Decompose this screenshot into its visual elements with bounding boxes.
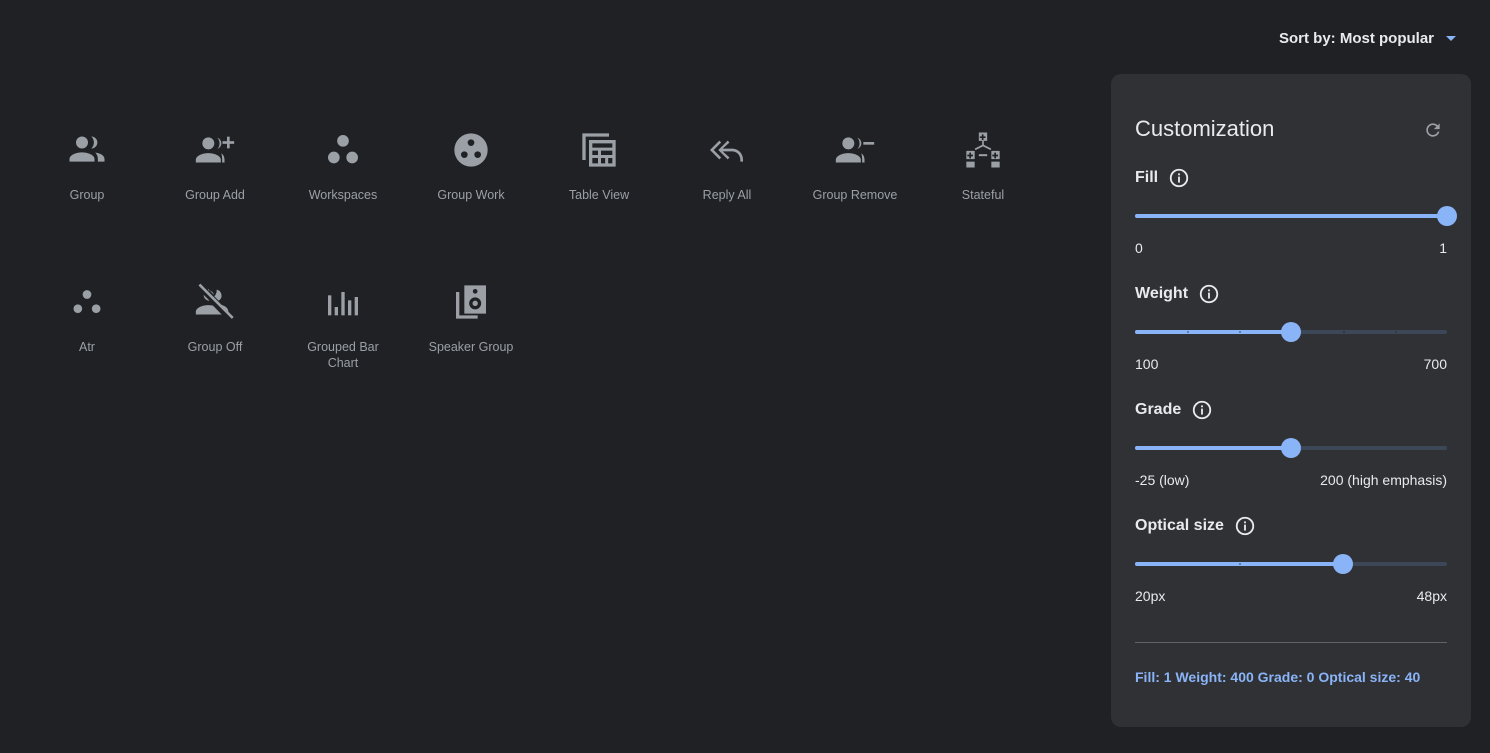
reply-all-icon — [710, 140, 743, 162]
icon-grid: Group Group Add Workspaces Group Work Ta… — [23, 112, 1047, 390]
info-icon[interactable] — [1198, 283, 1220, 305]
stateful-icon — [966, 132, 1000, 168]
caret-down-icon — [1446, 36, 1456, 41]
icon-tile-workspaces[interactable]: Workspaces — [279, 112, 407, 238]
slider-max-label: 700 — [1423, 356, 1447, 372]
icon-tile-stateful[interactable]: Stateful — [919, 112, 1047, 238]
icon-tile-table-view[interactable]: Table View — [535, 112, 663, 238]
atr-icon — [73, 290, 101, 313]
slider-weight: Weight 100 700 — [1135, 282, 1447, 372]
group-remove-icon — [835, 137, 875, 163]
icon-label: Group Remove — [812, 188, 898, 202]
slider-label: Weight — [1135, 285, 1189, 302]
slider-max-label: 48px — [1416, 588, 1447, 604]
group-off-icon — [195, 283, 234, 319]
info-icon[interactable] — [1191, 399, 1213, 421]
sort-label: Sort by: Most popular — [1279, 30, 1434, 47]
slider-fill: Fill 0 1 — [1135, 166, 1457, 256]
slider-min-label: -25 (low) — [1135, 472, 1190, 488]
icon-tile-group-work[interactable]: Group Work — [407, 112, 535, 238]
table-view-icon — [582, 133, 616, 167]
icon-label: Group Add — [185, 188, 245, 202]
customization-panel: Customization Fill 0 1 Weight 100 700 Gr… — [1111, 74, 1471, 727]
slider-tick — [1395, 331, 1397, 333]
slider-grade: Grade -25 (low) 200 (high emphasis) — [1135, 398, 1447, 488]
sort-dropdown[interactable]: Sort by: Most popular — [1279, 30, 1456, 47]
weight-slider[interactable] — [1135, 322, 1447, 342]
slider-thumb[interactable] — [1333, 554, 1354, 574]
group-add-icon — [195, 136, 235, 163]
icon-label: Workspaces — [308, 188, 378, 202]
icon-label: Reply All — [702, 188, 752, 202]
icon-label: Atr — [79, 340, 95, 354]
panel-title: Customization — [1135, 116, 1275, 141]
speaker-group-icon — [456, 285, 486, 319]
icon-tile-atr[interactable]: Atr — [23, 264, 151, 390]
refresh-icon[interactable] — [1423, 120, 1443, 140]
icon-tile-grouped-bar-chart[interactable]: Grouped Bar Chart — [279, 264, 407, 390]
icon-label: Group Work — [437, 188, 505, 202]
slider-tick — [1343, 331, 1345, 333]
slider-label: Fill — [1135, 169, 1159, 186]
slider-max-label: 1 — [1439, 240, 1447, 256]
slider-fill-bar — [1135, 214, 1447, 218]
group-icon — [69, 136, 105, 162]
fill-slider[interactable] — [1135, 206, 1457, 226]
icon-label: Table View — [568, 188, 630, 202]
icon-tile-group[interactable]: Group — [23, 112, 151, 238]
divider — [1135, 642, 1447, 643]
icon-tile-group-off[interactable]: Group Off — [151, 264, 279, 390]
icon-label: Grouped Bar Chart — [307, 340, 379, 370]
slider-optical-size: Optical size 20px 48px — [1135, 514, 1447, 604]
slider-min-label: 20px — [1135, 588, 1166, 604]
slider-min-label: 100 — [1135, 356, 1159, 372]
slider-tick — [1239, 563, 1241, 565]
icon-tile-reply-all[interactable]: Reply All — [663, 112, 791, 238]
slider-max-label: 200 (high emphasis) — [1320, 472, 1447, 488]
grade-slider[interactable] — [1135, 438, 1447, 458]
slider-tick — [1187, 331, 1189, 333]
icon-label: Group Off — [187, 340, 243, 354]
slider-thumb[interactable] — [1281, 438, 1301, 458]
optical-size-slider[interactable] — [1135, 554, 1447, 574]
workspaces-icon — [328, 135, 358, 164]
slider-label: Grade — [1135, 401, 1182, 418]
slider-fill-bar — [1135, 446, 1291, 450]
icon-tile-group-remove[interactable]: Group Remove — [791, 112, 919, 238]
info-icon[interactable] — [1168, 167, 1190, 189]
icon-label: Speaker Group — [428, 340, 514, 354]
slider-label: Optical size — [1135, 517, 1224, 534]
slider-tick — [1239, 331, 1241, 333]
icon-label: Stateful — [961, 188, 1005, 202]
slider-thumb[interactable] — [1281, 322, 1301, 342]
icon-tile-group-add[interactable]: Group Add — [151, 112, 279, 238]
info-icon[interactable] — [1234, 515, 1256, 537]
group-work-icon — [454, 133, 488, 167]
slider-thumb[interactable] — [1437, 206, 1457, 226]
slider-fill-bar — [1135, 330, 1291, 334]
icon-label: Group — [69, 188, 105, 202]
slider-min-label: 0 — [1135, 240, 1143, 256]
settings-summary: Fill: 1 Weight: 400 Grade: 0 Optical siz… — [1135, 669, 1421, 685]
grouped-bar-chart-icon — [328, 292, 358, 316]
icon-tile-speaker-group[interactable]: Speaker Group — [407, 264, 535, 390]
